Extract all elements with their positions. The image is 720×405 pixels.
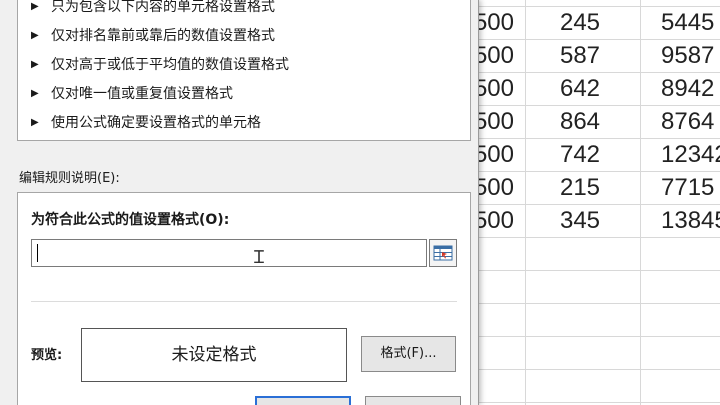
table-cell[interactable]: 5445 xyxy=(661,7,714,39)
grid-line xyxy=(470,303,720,304)
rule-type-item[interactable]: ▶ 只为包含以下内容的单元格设置格式 xyxy=(19,0,469,21)
table-cell[interactable]: 864 xyxy=(540,106,620,138)
range-select-button[interactable] xyxy=(429,239,457,267)
spreadsheet-grid[interactable]: 500 245 5445 500 587 9587 500 642 8942 500 864 8764… xyxy=(470,0,720,405)
grid-line xyxy=(470,237,720,238)
grid-line xyxy=(470,270,720,271)
ok-button[interactable] xyxy=(255,396,351,405)
rule-type-label: 仅对高于或低于平均值的数值设置格式 xyxy=(51,57,289,73)
formula-label: 为符合此公式的值设置格式(O): xyxy=(31,212,230,228)
grid-line xyxy=(525,0,526,405)
table-cell[interactable]: 8942 xyxy=(661,73,714,105)
table-cell[interactable]: 345 xyxy=(540,205,620,237)
format-button[interactable]: 格式(F)... xyxy=(361,336,456,372)
rule-type-label: 使用公式确定要设置格式的单元格 xyxy=(51,115,261,131)
table-cell[interactable]: 742 xyxy=(540,139,620,171)
table-cell[interactable]: 9587 xyxy=(661,40,714,72)
table-cell[interactable]: 8764 xyxy=(661,106,714,138)
rule-description-panel: 为符合此公式的值设置格式(O): Ɪ 预览: 未设定格式 格式(F)... xyxy=(17,192,471,405)
rule-type-label: 仅对排名靠前或靠后的数值设置格式 xyxy=(51,28,275,44)
table-cell[interactable]: 642 xyxy=(540,73,620,105)
rule-type-item-selected[interactable]: ▶ 使用公式确定要设置格式的单元格 xyxy=(19,109,469,137)
table-cell[interactable]: 587 xyxy=(540,40,620,72)
formula-input[interactable] xyxy=(31,239,427,267)
cancel-button[interactable] xyxy=(365,396,461,405)
rule-type-list[interactable]: ▶ 只为包含以下内容的单元格设置格式 ▶ 仅对排名靠前或靠后的数值设置格式 ▶ … xyxy=(17,0,471,141)
format-preview: 未设定格式 xyxy=(81,328,347,382)
range-select-icon xyxy=(433,245,453,261)
ibeam-cursor-icon: Ɪ xyxy=(254,247,265,268)
edit-rule-description-label: 编辑规则说明(E): xyxy=(19,171,120,186)
table-cell[interactable]: 7715 xyxy=(661,172,714,204)
grid-line xyxy=(470,336,720,337)
new-format-rule-dialog: ▶ 只为包含以下内容的单元格设置格式 ▶ 仅对排名靠前或靠后的数值设置格式 ▶ … xyxy=(0,0,479,405)
preview-label: 预览: xyxy=(31,348,63,363)
rule-type-item[interactable]: ▶ 仅对高于或低于平均值的数值设置格式 xyxy=(19,51,469,79)
table-cell[interactable]: 12342 xyxy=(661,139,720,171)
triangle-right-icon: ▶ xyxy=(31,117,39,128)
triangle-right-icon: ▶ xyxy=(31,59,39,70)
rule-type-label: 只为包含以下内容的单元格设置格式 xyxy=(51,0,275,15)
grid-line xyxy=(470,369,720,370)
grid-line xyxy=(470,402,720,403)
rule-type-item[interactable]: ▶ 仅对排名靠前或靠后的数值设置格式 xyxy=(19,22,469,50)
table-cell[interactable]: 245 xyxy=(540,7,620,39)
triangle-right-icon: ▶ xyxy=(31,88,39,99)
table-cell[interactable]: 13845 xyxy=(661,205,720,237)
panel-divider xyxy=(31,301,457,302)
text-caret xyxy=(37,244,38,262)
table-cell[interactable]: 215 xyxy=(540,172,620,204)
triangle-right-icon: ▶ xyxy=(31,1,39,12)
rule-type-label: 仅对唯一值或重复值设置格式 xyxy=(51,86,233,102)
rule-type-item[interactable]: ▶ 仅对唯一值或重复值设置格式 xyxy=(19,80,469,108)
triangle-right-icon: ▶ xyxy=(31,30,39,41)
grid-line xyxy=(640,0,641,405)
